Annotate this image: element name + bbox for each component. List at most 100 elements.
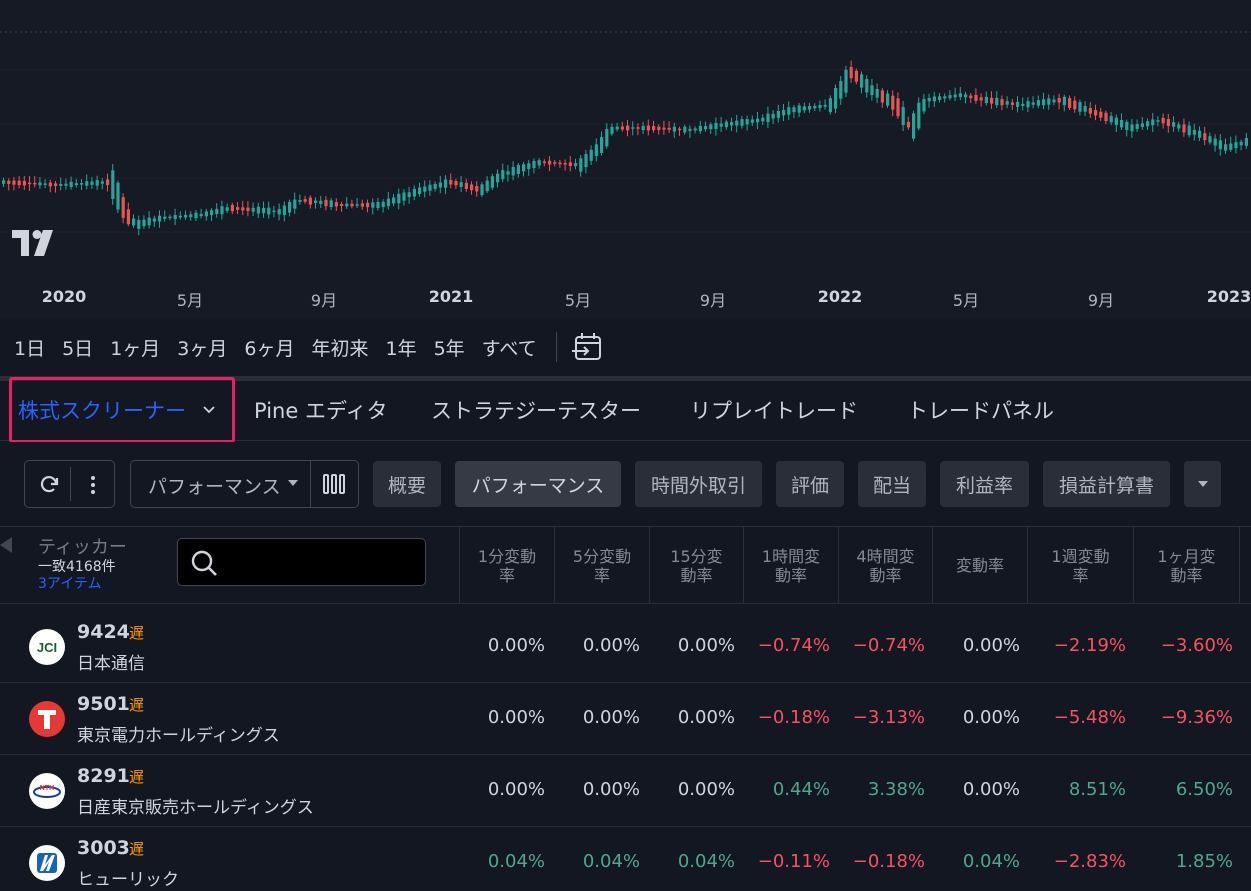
table-row[interactable]: 3003 遅ヒューリック 0.04% 0.04% 0.04% −0.11% −0.18% 0.… [0, 827, 1251, 891]
candle-body [579, 158, 583, 172]
x-axis-label: 2021 [428, 287, 474, 306]
search-input[interactable] [177, 538, 426, 586]
candlestick-chart[interactable] [0, 0, 1251, 318]
column-header-15m-change[interactable]: 15分変 動率 [649, 527, 743, 604]
tab-trade-panel[interactable]: トレードパネル [907, 395, 1054, 425]
tab-extended-hours[interactable]: 時間外取引 [635, 461, 762, 507]
tab-pine-editor[interactable]: Pine エディタ [254, 395, 387, 425]
range-1y-button[interactable]: 1年 [385, 334, 416, 361]
calendar-arrow-icon[interactable] [571, 330, 605, 364]
chevron-down-icon[interactable] [202, 405, 216, 415]
preset-select[interactable]: パフォーマンス [148, 472, 281, 499]
columns-icon[interactable] [322, 473, 346, 495]
candle-body [948, 95, 952, 99]
candle-body [12, 180, 16, 185]
tab-overview[interactable]: 概要 [373, 461, 441, 507]
column-header-label: 変動率 [955, 556, 1004, 575]
column-header-change[interactable]: 変動率 [932, 527, 1027, 604]
ticker-column-head[interactable]: ティッカー 一致4168件 3アイテム [38, 533, 127, 593]
company-name: 日産東京販売ホールディングス [77, 798, 314, 818]
candle-body [797, 105, 801, 113]
company-name: 日本通信 [77, 654, 145, 674]
candle-body [1010, 102, 1014, 105]
table-row[interactable]: NTH 8291 遅日産東京販売ホールディングス 0.00% 0.00% 0.00% 0.4… [0, 755, 1251, 827]
change-value: 0.00% [677, 707, 735, 728]
delayed-badge: 遅 [129, 768, 145, 786]
tab-income-statement[interactable]: 損益計算書 [1043, 461, 1170, 507]
candle-body [626, 125, 630, 131]
table-row[interactable]: JCI 9424 遅日本通信 0.00% 0.00% 0.00% −0.74% −0.74% 0… [0, 611, 1251, 683]
candle-body [891, 95, 895, 110]
change-value: 0.00% [962, 635, 1020, 656]
caret-down-icon [1197, 481, 1208, 487]
candle-body [761, 117, 765, 122]
column-header-4h-change[interactable]: 4時間変 動率 [838, 527, 932, 604]
column-header-5m-change[interactable]: 5分変動 率 [554, 527, 649, 604]
tabs-overflow-button[interactable] [1184, 461, 1221, 507]
change-value: −0.74% [757, 635, 830, 656]
column-header-1m-change[interactable]: 1分変動 率 [459, 527, 554, 604]
candle-body [600, 137, 604, 153]
candle-body [693, 128, 697, 131]
range-3m-button[interactable]: 3ヶ月 [177, 334, 227, 361]
candle-body [756, 118, 760, 123]
candle-body [938, 96, 942, 100]
table-row[interactable]: 9501 遅東京電力ホールディングス 0.00% 0.00% 0.00% −0.18% −3… [0, 683, 1251, 755]
range-5y-button[interactable]: 5年 [434, 334, 465, 361]
candle-body [1234, 142, 1238, 149]
change-value: −0.74% [852, 635, 925, 656]
candle-body [1026, 101, 1030, 108]
candle-body [386, 198, 390, 207]
tab-valuation[interactable]: 評価 [776, 461, 844, 507]
candle-body [496, 173, 500, 183]
more-vertical-icon[interactable] [83, 473, 103, 497]
tab-replay-trade[interactable]: リプレイトレード [690, 395, 858, 425]
refresh-icon[interactable] [37, 473, 61, 497]
candle-body [636, 127, 640, 129]
tab-dividends[interactable]: 配当 [858, 461, 926, 507]
column-header-1mo-change[interactable]: 1ヶ月変 動率 [1133, 527, 1239, 604]
tab-strategy-tester[interactable]: ストラテジーテスター [431, 395, 641, 425]
change-value: 0.44% [772, 779, 830, 800]
change-value: 0.04% [677, 851, 735, 872]
range-all-button[interactable]: すべて [482, 334, 537, 361]
candle-body [724, 121, 728, 128]
range-1m-button[interactable]: 1ヶ月 [110, 334, 160, 361]
ticker-symbol[interactable]: 3003 [77, 837, 130, 859]
collapse-arrow-icon[interactable] [0, 537, 12, 553]
column-header-1h-change[interactable]: 1時間変 動率 [743, 527, 838, 604]
candle-body [808, 106, 812, 110]
candle-body [215, 208, 219, 215]
change-value: −0.11% [757, 851, 830, 872]
item-count[interactable]: 3アイテム [38, 575, 127, 593]
range-6m-button[interactable]: 6ヶ月 [244, 334, 294, 361]
candle-body [589, 149, 593, 161]
caret-down-icon[interactable] [287, 479, 299, 487]
candle-body [620, 126, 624, 130]
tradingview-logo [12, 230, 58, 256]
candle-body [293, 199, 297, 209]
ticker-column-title[interactable]: ティッカー [38, 533, 127, 559]
range-1d-button[interactable]: 1日 [14, 334, 45, 361]
candle-body [548, 160, 552, 165]
ticker-symbol[interactable]: 9501 [77, 693, 130, 715]
ticker-symbol[interactable]: 9424 [77, 621, 130, 643]
candle-body [1244, 137, 1248, 146]
range-5d-button[interactable]: 5日 [62, 334, 93, 361]
price-chart[interactable]: 2020 5月 9月 2021 5月 9月 2022 5月 9月 2023 [0, 0, 1251, 318]
date-range-bar: 1日 5日 1ヶ月 3ヶ月 6ヶ月 年初来 1年 5年 すべて [0, 318, 1251, 376]
candle-body [288, 201, 292, 213]
candle-body [397, 193, 401, 204]
tab-performance[interactable]: パフォーマンス [455, 461, 621, 507]
candle-body [1182, 124, 1186, 133]
column-header-label: 1ヶ月変 動率 [1157, 546, 1216, 585]
column-header-1w-change[interactable]: 1週変動 率 [1027, 527, 1133, 604]
candle-body [776, 110, 780, 118]
ticker-symbol[interactable]: 8291 [77, 765, 130, 787]
candle-body [116, 182, 120, 210]
range-ytd-button[interactable]: 年初来 [311, 334, 368, 361]
tab-stock-screener[interactable]: 株式スクリーナー [18, 395, 186, 425]
tab-margins[interactable]: 利益率 [940, 461, 1029, 507]
candle-body [1094, 110, 1098, 116]
x-axis-label: 9月 [1087, 291, 1115, 310]
